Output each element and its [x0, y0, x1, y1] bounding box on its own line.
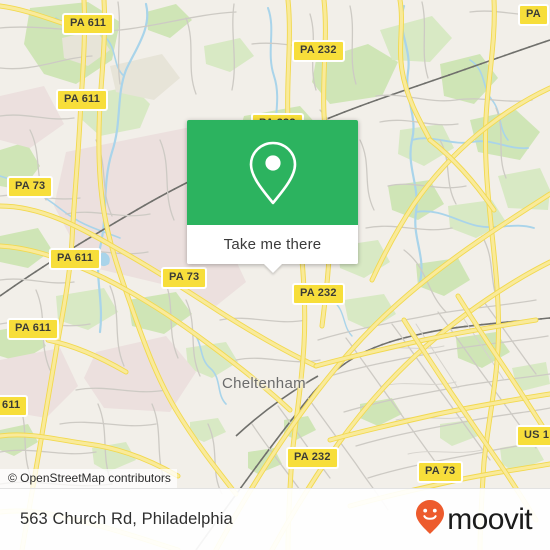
map-canvas[interactable]: .park { fill:#cfe5b6; } .park2 { fill:#d… [0, 0, 550, 550]
map-attribution[interactable]: © OpenStreetMap contributors [0, 469, 177, 488]
place-label-cheltenham: Cheltenham [222, 375, 306, 392]
take-me-there-label: Take me there [223, 236, 322, 253]
road-shield: PA 232 [292, 40, 345, 62]
road-shield: PA 73 [7, 176, 54, 198]
road-shield: PA 73 [161, 267, 208, 289]
location-popup[interactable]: Take me there [187, 120, 358, 273]
road-shield: PA [518, 4, 549, 26]
map-pin-icon [246, 139, 300, 207]
road-shield: PA 611 [49, 248, 102, 270]
take-me-there-button[interactable]: Take me there [187, 225, 358, 264]
moovit-pin-smiley-icon [415, 499, 445, 540]
road-shield: 611 [0, 395, 29, 417]
road-shield: PA 73 [417, 461, 464, 483]
moovit-wordmark: moovit [447, 502, 532, 536]
footer-bar: 563 Church Rd, Philadelphia moovit [0, 488, 550, 550]
address-label: 563 Church Rd, Philadelphia [20, 510, 233, 528]
popup-marker-panel [187, 120, 358, 225]
road-shield: PA 611 [7, 318, 60, 340]
moovit-logo[interactable]: moovit [415, 499, 533, 540]
road-shield: PA 611 [62, 13, 115, 35]
road-shield: US 1 [516, 425, 550, 447]
road-shield: PA 232 [286, 447, 339, 469]
road-shield: PA 611 [56, 89, 109, 111]
popup-tail [263, 264, 282, 273]
moovit-map-screen: .park { fill:#cfe5b6; } .park2 { fill:#d… [0, 0, 550, 550]
road-shield: PA 232 [292, 283, 345, 305]
